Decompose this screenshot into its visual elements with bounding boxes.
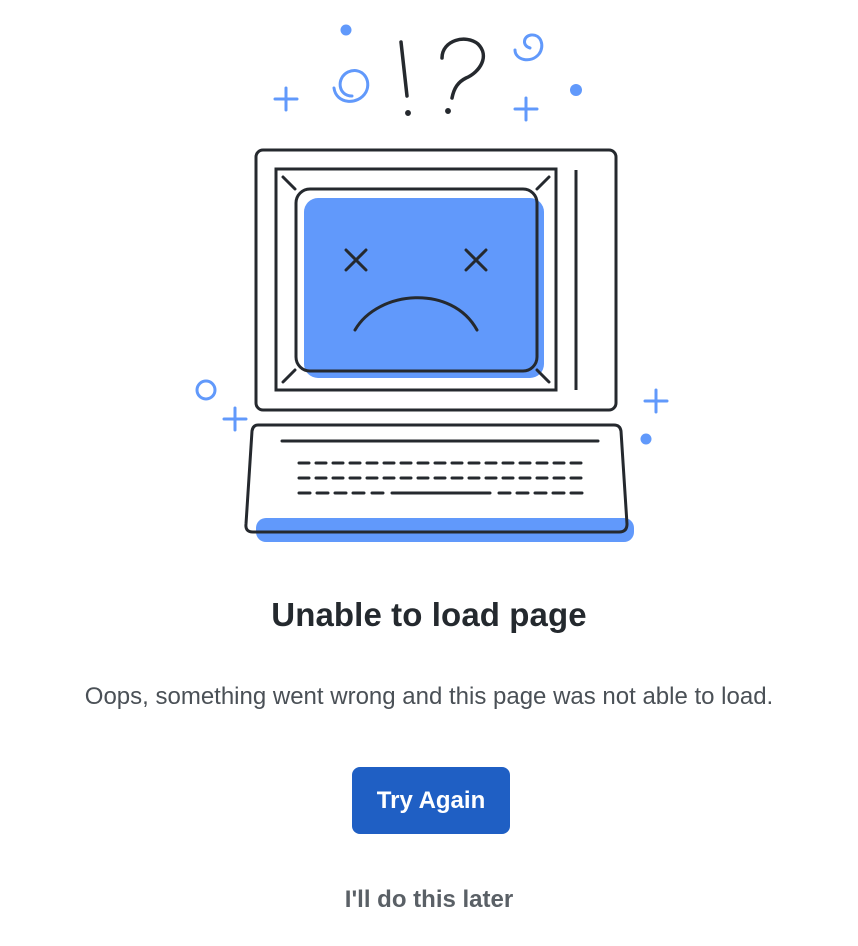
error-page: Unable to load page Oops, something went… <box>0 0 858 946</box>
monitor-icon <box>254 148 618 412</box>
broken-computer-illustration <box>195 24 669 542</box>
do-later-link[interactable]: I'll do this later <box>0 886 858 914</box>
confusion-marks-icon <box>399 37 485 116</box>
error-title: Unable to load page <box>271 596 587 633</box>
keyboard-icon <box>244 423 634 542</box>
try-again-button[interactable]: Try Again <box>352 767 510 834</box>
error-message: Oops, something went wrong and this page… <box>84 683 774 710</box>
